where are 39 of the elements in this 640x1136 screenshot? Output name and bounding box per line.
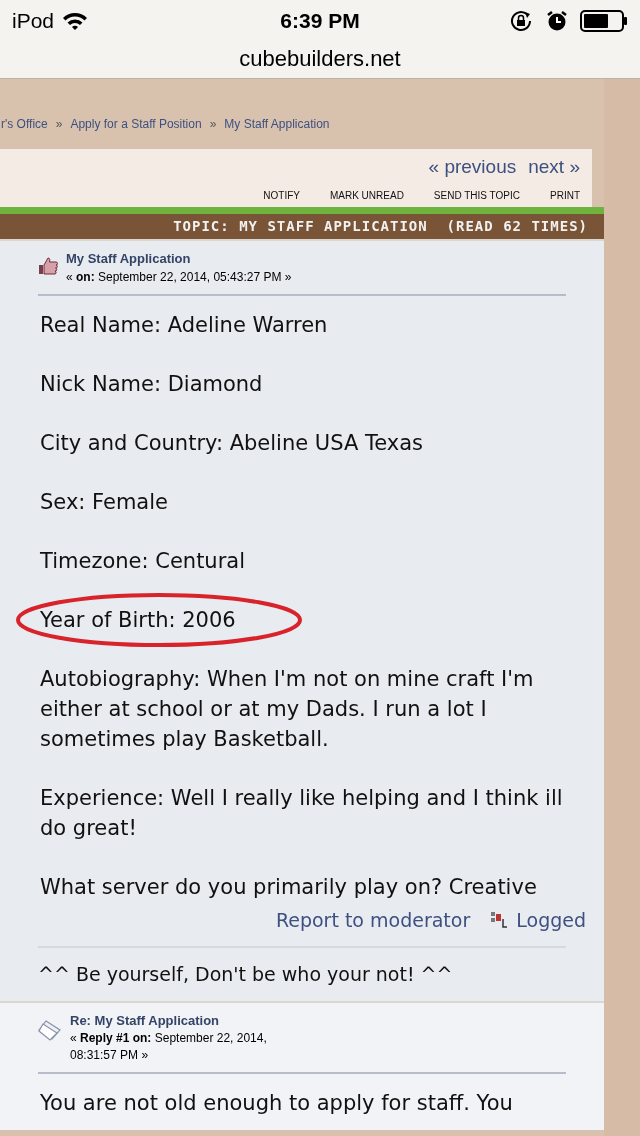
next-link[interactable]: next »: [528, 153, 580, 182]
topic-header-bar: TOPIC: MY STAFF APPLICATION (READ 62 TIMES): [0, 207, 604, 239]
logged-label: Logged: [516, 907, 586, 933]
battery-icon: [580, 10, 628, 32]
wifi-icon: [62, 11, 89, 31]
logged-icon: [490, 910, 509, 929]
post-text: Experience: Well I really like helping and I think ill do great!: [40, 785, 563, 840]
report-link[interactable]: Report to moderator: [275, 905, 471, 934]
rotation-lock-icon: [510, 10, 534, 32]
post-date: « Reply #1 on: September 22, 2014, 08:31:57 PM »: [70, 1030, 268, 1064]
carrier-label: iPod: [12, 8, 55, 35]
breadcrumb-link[interactable]: Apply for a Staff Position: [70, 115, 202, 133]
breadcrumb-separator: »: [55, 116, 63, 133]
topic-action-link[interactable]: SEND THIS TOPIC: [433, 187, 520, 203]
papers-icon: [38, 1018, 62, 1041]
thumbs-up-icon: [38, 257, 58, 275]
previous-link[interactable]: « previous: [428, 153, 517, 182]
clock: 6:39 PM: [279, 8, 361, 35]
post-text: Sex: Female: [40, 489, 168, 514]
topic-action-link[interactable]: NOTIFY: [263, 187, 300, 203]
post-text: Real Name: Adeline Warren: [40, 312, 328, 337]
post-text: Year of Birth: 2006: [40, 607, 236, 632]
alarm-clock-icon: [546, 10, 568, 32]
signature-text: ^^ Be yourself, Don't be who your not! ^^: [38, 963, 453, 985]
post-date: « on: September 22, 2014, 05:43:27 PM »: [66, 268, 293, 286]
post-text: Timezone: Centural: [40, 548, 246, 573]
breadcrumb-link[interactable]: r's Office: [1, 115, 48, 133]
post-text: Autobiography: When I'm not on mine craft I'm either at school or at my Dads. I run a lot I sometimes play Basketball.: [40, 666, 534, 751]
url-label[interactable]: cubebuilders.net: [239, 42, 401, 75]
topic-action-link[interactable]: PRINT: [550, 187, 580, 203]
topic-action-link[interactable]: MARK UNREAD: [329, 187, 404, 203]
post-text: You are not old enough to apply for staff. You: [40, 1091, 513, 1115]
post-title-link[interactable]: My Staff Application: [66, 249, 298, 269]
post-title-link[interactable]: Re: My Staff Application: [70, 1010, 302, 1030]
breadcrumb-separator: »: [209, 116, 217, 133]
post-text: What server do you primarily play on? Creative: [40, 874, 537, 899]
post-text: City and Country: Abeline USA Texas: [40, 430, 424, 455]
breadcrumb-link[interactable]: My Staff Application: [224, 115, 330, 133]
post-text: Nick Name: Diamond: [40, 371, 263, 396]
